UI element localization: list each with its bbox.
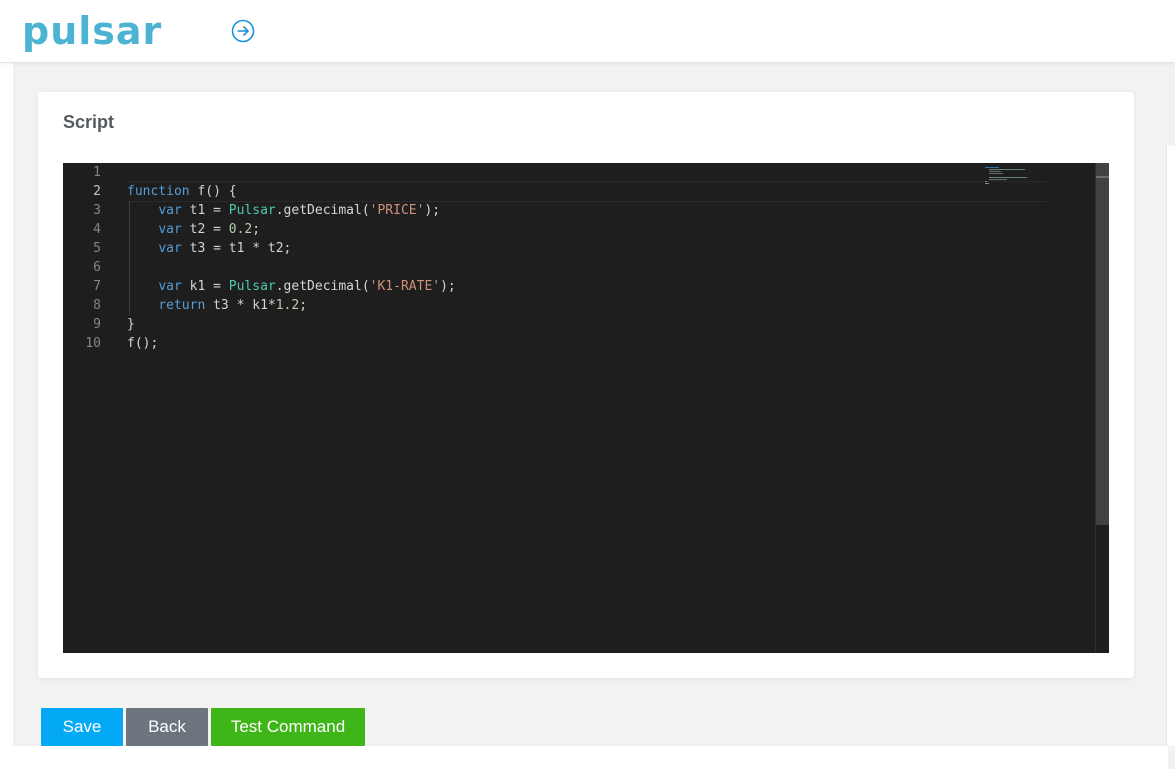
line-number-gutter: 1 2 3 4 5 6 7 8 9 10 [63,163,113,653]
line-number: 9 [93,317,101,332]
code-line: var t3 = t1 * t2; [158,241,292,256]
card-title: Script [63,112,115,132]
pulsar-logo[interactable]: pulsar [22,6,162,56]
line-number: 2 [93,184,101,199]
line-number: 4 [93,222,101,237]
code-line: var t2 = 0.2; [158,222,261,237]
line-number: 7 [93,279,101,294]
editor-minimap[interactable] [983,165,1033,185]
save-button[interactable]: Save [41,708,123,746]
line-number: 6 [93,260,101,275]
bottom-strip [13,746,1168,769]
script-card: Script 1 2 3 4 5 6 7 8 9 10 function f()… [38,92,1134,678]
code-line: var k1 = Pulsar.getDecimal('K1-RATE'); [158,279,456,294]
editor-scrollbar-cursor-marker [1096,176,1109,178]
page-scrollbar[interactable] [1166,146,1175,746]
line-number: 3 [93,203,101,218]
code-line: f(); [127,336,159,351]
code-editor[interactable]: 1 2 3 4 5 6 7 8 9 10 function f() { var … [63,163,1109,653]
test-command-button[interactable]: Test Command [211,708,365,746]
code-line: function f() { [127,184,237,199]
code-line: return t3 * k1*1.2; [158,298,308,313]
editor-scrollbar-thumb[interactable] [1096,163,1109,525]
line-number: 10 [85,336,101,351]
code-area[interactable]: function f() { var t1 = Pulsar.getDecima… [127,163,979,653]
code-line: var t1 = Pulsar.getDecimal('PRICE'); [158,203,441,218]
arrow-right-circle-icon[interactable] [231,19,255,43]
code-line: } [127,317,135,332]
line-number: 8 [93,298,101,313]
line-number: 5 [93,241,101,256]
left-gutter [0,63,13,769]
back-button[interactable]: Back [126,708,208,746]
line-number: 1 [93,165,101,180]
top-navbar: pulsar [0,0,1175,63]
